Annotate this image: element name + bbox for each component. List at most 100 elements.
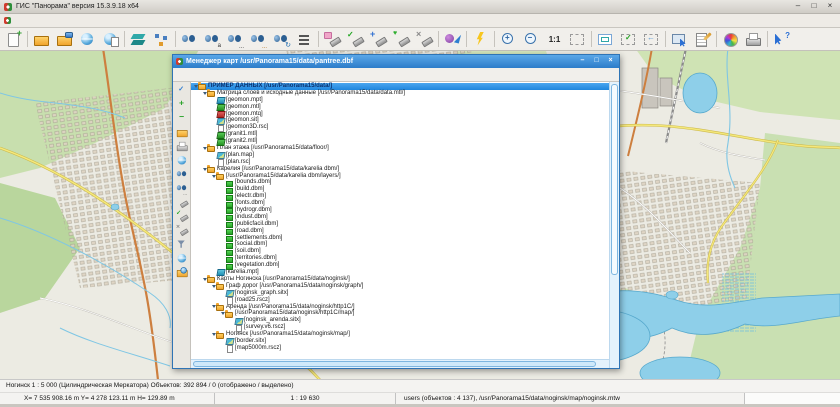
dialog-menu-item[interactable] <box>187 74 195 76</box>
apply-frame-button[interactable] <box>617 29 640 49</box>
tree-item[interactable]: [social.dbm] <box>191 241 609 248</box>
menu-item[interactable] <box>14 20 24 22</box>
tree-item[interactable]: [plan.rsc] <box>191 159 609 166</box>
palette-button[interactable] <box>719 29 742 49</box>
dialog-menu-item[interactable] <box>197 74 205 76</box>
search-repeat-button[interactable] <box>270 29 293 49</box>
menu-item[interactable] <box>69 20 79 22</box>
view-data-button[interactable] <box>174 195 189 209</box>
tree-item[interactable]: Ногинск [/usr/Panorama15/data/noginsk/ma… <box>191 331 609 338</box>
menu-item[interactable] <box>102 20 112 22</box>
tree-item[interactable]: [noginsk_graph.sitx] <box>191 290 609 297</box>
menu-item[interactable] <box>91 20 101 22</box>
tree-item[interactable]: [soil.dbm] <box>191 248 609 255</box>
search-continue-button[interactable] <box>224 29 247 49</box>
dialog-menu-item[interactable] <box>227 74 235 76</box>
remove-data-button[interactable] <box>174 111 189 125</box>
help-cursor-button[interactable] <box>770 29 793 49</box>
open-database-button[interactable] <box>53 29 76 49</box>
vertical-scrollbar-thumb[interactable] <box>611 84 618 275</box>
open-folder-map-button[interactable] <box>174 265 189 279</box>
view-frame-button[interactable] <box>594 29 617 49</box>
tree-item[interactable]: [settlements.dbm] <box>191 235 609 242</box>
dialog-minimize-button[interactable]: – <box>577 57 588 66</box>
dialog-menu-item[interactable] <box>177 74 185 76</box>
horizontal-scrollbar[interactable] <box>191 359 609 368</box>
zoom-out-button[interactable] <box>520 29 543 49</box>
layers-button[interactable] <box>127 29 150 49</box>
dialog-titlebar[interactable]: Менеджер карт /usr/Panorama15/data/pantr… <box>173 55 619 68</box>
find-button[interactable] <box>174 167 189 181</box>
zoom-in-button[interactable] <box>497 29 520 49</box>
legend-button[interactable] <box>441 29 464 49</box>
scale-one-to-one-button[interactable]: 1:1 <box>543 29 566 49</box>
object-list-button[interactable] <box>293 29 316 49</box>
menu-item[interactable] <box>47 20 57 22</box>
tree-item[interactable]: [karelia.mpt] <box>191 269 609 276</box>
object-passport-button[interactable] <box>691 29 714 49</box>
dialog-menu-item[interactable] <box>217 74 225 76</box>
menu-item[interactable] <box>25 20 35 22</box>
filter-button[interactable] <box>174 237 189 251</box>
tree-item[interactable]: [geomon.mtl] <box>191 104 609 111</box>
tree-item[interactable]: [bounds.dbm] <box>191 179 609 186</box>
search-selected-button[interactable] <box>247 29 270 49</box>
open-map-button[interactable] <box>30 29 53 49</box>
tree-item[interactable]: Карты Ногинска [/usr/Panorama15/data/nog… <box>191 276 609 283</box>
tree-item[interactable]: Карелия [/usr/Panorama15/data/karelia db… <box>191 166 609 173</box>
tree-item[interactable]: [geomon.sit] <box>191 117 609 124</box>
confirm-button[interactable] <box>174 83 189 97</box>
tree-item[interactable]: [map5000m.rscz] <box>191 345 609 352</box>
tree-item[interactable]: [publicfacil.dbm] <box>191 221 609 228</box>
view-all-button[interactable] <box>174 209 189 223</box>
select-apply-button[interactable] <box>344 29 367 49</box>
tree-item[interactable]: [vegetation.dbm] <box>191 262 609 269</box>
open-data-button[interactable] <box>174 125 189 139</box>
tree-item[interactable]: [indust.dbm] <box>191 214 609 221</box>
tree-item[interactable]: [build.dbm] <box>191 186 609 193</box>
vertical-scrollbar[interactable] <box>609 82 619 368</box>
previous-view-button[interactable] <box>640 29 663 49</box>
minimize-button[interactable]: – <box>792 2 804 11</box>
close-button[interactable]: × <box>824 2 836 11</box>
add-data-button[interactable] <box>174 97 189 111</box>
tree-item[interactable]: [/usr/Panorama15/data/karelia dbm/layers… <box>191 173 609 180</box>
dialog-close-button[interactable]: × <box>605 57 616 66</box>
tree-item[interactable]: [territories.dbm] <box>191 255 609 262</box>
menu-item[interactable] <box>58 20 68 22</box>
geoportal-button[interactable] <box>174 251 189 265</box>
dialog-menu-item[interactable] <box>207 74 215 76</box>
select-area-button[interactable] <box>321 29 344 49</box>
menu-item[interactable] <box>36 20 46 22</box>
dialog-menu-item[interactable] <box>237 74 245 76</box>
select-cancel-button[interactable] <box>413 29 436 49</box>
select-add-button[interactable] <box>367 29 390 49</box>
tree-item[interactable]: Аренда [/usr/Panorama15/data/noginsk/htt… <box>191 304 609 311</box>
create-map-button[interactable] <box>2 29 25 49</box>
tree-item[interactable]: [geomon.mtq] <box>191 111 609 118</box>
tree-item[interactable]: [/usr/Panorama15/data/noginsk/http1C/map… <box>191 310 609 317</box>
tree-item[interactable]: Матрица слоев и исходные данные [/usr/Pa… <box>191 90 609 97</box>
find-next-button[interactable] <box>174 181 189 195</box>
view-cancel-button[interactable] <box>174 223 189 237</box>
dialog-maximize-button[interactable]: □ <box>591 57 602 66</box>
tree-item[interactable]: [road25.rscz] <box>191 297 609 304</box>
fast-redraw-button[interactable] <box>469 29 492 49</box>
open-geoportal-button[interactable] <box>76 29 99 49</box>
tree-item[interactable]: Граф дорог [/usr/Panorama15/data/noginsk… <box>191 283 609 290</box>
map-composition-button[interactable] <box>150 29 173 49</box>
tree-item[interactable]: [road.dbm] <box>191 228 609 235</box>
tree-item[interactable]: [granit1.mtl] <box>191 131 609 138</box>
select-favorite-button[interactable] <box>390 29 413 49</box>
tree-item[interactable]: [geomon3D.rsc] <box>191 124 609 131</box>
tree-item[interactable]: [noginsk_arenda.sitx] <box>191 317 609 324</box>
tree-item[interactable]: [geomon.mpt] <box>191 97 609 104</box>
map-copy-button[interactable] <box>99 29 122 49</box>
tree-item[interactable]: План этажа [/usr/Panorama15/data/floor/] <box>191 145 609 152</box>
select-object-button[interactable] <box>668 29 691 49</box>
print-tree-button[interactable] <box>174 139 189 153</box>
maximize-button[interactable]: □ <box>808 2 820 11</box>
search-by-name-button[interactable] <box>201 29 224 49</box>
tree-item[interactable]: [electr.dbm] <box>191 193 609 200</box>
web-source-button[interactable] <box>174 153 189 167</box>
